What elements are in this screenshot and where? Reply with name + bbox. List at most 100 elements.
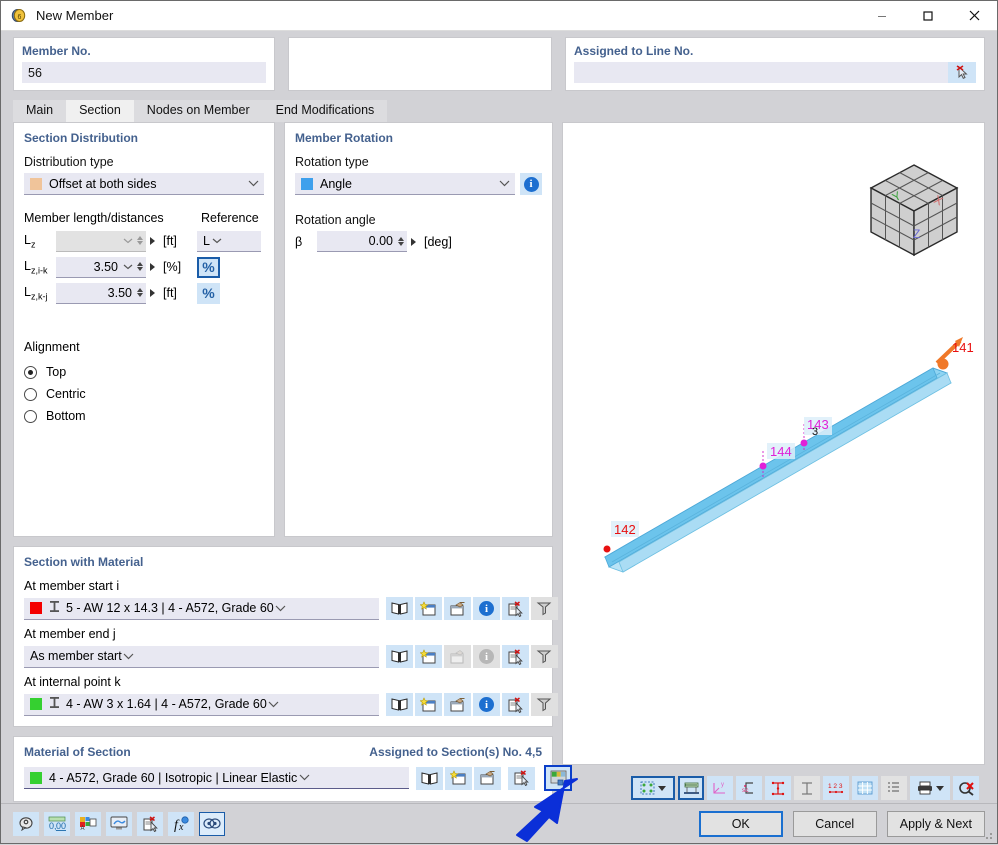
rotation-angle-stepper[interactable] — [398, 237, 404, 246]
comment-icon[interactable] — [13, 812, 39, 836]
numbering-icon[interactable]: 1 2 3 — [823, 776, 849, 800]
rotation-info-button[interactable]: i — [520, 173, 542, 195]
new-material-icon[interactable] — [445, 767, 472, 790]
tab-nodes-on-member[interactable]: Nodes on Member — [134, 100, 263, 122]
radio-bottom[interactable] — [24, 410, 37, 423]
lz-reference-combo[interactable]: L — [197, 231, 261, 252]
lz-ik-expand-icon[interactable] — [150, 263, 155, 271]
member-start-section-combo[interactable]: 5 - AW 12 x 14.3 | 4 - A572, Grade 60 — [24, 598, 379, 620]
alignment-option-top[interactable]: Top — [24, 361, 264, 383]
member-end-section-combo[interactable]: As member start — [24, 646, 379, 668]
pick-section-icon[interactable] — [502, 597, 529, 620]
library-icon[interactable] — [386, 693, 413, 716]
info-icon[interactable]: i — [473, 693, 500, 716]
rotation-angle-expand-icon[interactable] — [411, 238, 416, 246]
display-properties-icon[interactable] — [106, 812, 132, 836]
new-section-icon[interactable] — [415, 693, 442, 716]
clear-selection-icon[interactable] — [953, 776, 979, 800]
view-cube-icon[interactable]: Y X Z — [859, 155, 969, 265]
dimension-icon[interactable] — [678, 776, 704, 800]
internal-point-section-combo[interactable]: 4 - AW 3 x 1.64 | 4 - A572, Grade 60 — [24, 694, 379, 716]
edit-section-icon[interactable] — [444, 597, 471, 620]
pick-material-icon[interactable] — [508, 767, 535, 790]
resize-grip[interactable] — [982, 829, 994, 841]
upper-panels: Section Distribution Distribution type O… — [13, 122, 553, 537]
lz-ik-percent-button[interactable]: % — [197, 257, 220, 278]
minimize-button[interactable] — [859, 1, 905, 31]
close-button[interactable] — [951, 1, 997, 31]
lz-ik-stepper[interactable] — [137, 262, 143, 271]
distribution-type-combo[interactable]: Offset at both sides — [24, 173, 264, 195]
rotation-angle-input[interactable]: 0.00 — [317, 231, 407, 252]
pick-section-icon[interactable] — [502, 693, 529, 716]
cancel-button[interactable]: Cancel — [793, 811, 877, 837]
pick-line-icon[interactable] — [948, 62, 976, 83]
assigned-line-input[interactable] — [574, 62, 948, 83]
node-display-icon[interactable] — [631, 776, 675, 800]
pick-object-icon[interactable] — [137, 812, 163, 836]
ok-button[interactable]: OK — [699, 811, 783, 837]
axis-system-icon[interactable]: y — [707, 776, 733, 800]
maximize-button[interactable] — [905, 1, 951, 31]
chevron-down-icon[interactable] — [658, 786, 666, 791]
section-tool-icon[interactable] — [531, 597, 558, 620]
lz-ik-input[interactable]: 3.50 — [56, 257, 146, 278]
lz-kj-stepper[interactable] — [137, 288, 143, 297]
tab-main[interactable]: Main — [13, 100, 66, 122]
material-of-section-group: Material of Section Assigned to Section(… — [13, 736, 553, 802]
shear-center-icon[interactable]: sc — [736, 776, 762, 800]
internal-point-label: At internal point k — [24, 675, 542, 689]
lz-kj-label: Lz,k-j — [24, 285, 56, 302]
formula-icon[interactable]: fx — [168, 812, 194, 836]
edit-material-icon[interactable] — [474, 767, 501, 790]
member-icon: 6 — [10, 7, 28, 25]
internal-point-section-value: 4 - AW 3 x 1.64 | 4 - A572, Grade 60 — [66, 697, 267, 711]
window-title: New Member — [36, 8, 113, 23]
decimal-places-icon[interactable]: 0,00 — [44, 812, 70, 836]
section-outline-icon[interactable] — [794, 776, 820, 800]
tab-strip: Main Section Nodes on Member End Modific… — [13, 100, 997, 122]
lz-ik-unit: [%] — [163, 260, 197, 274]
section-dimensions-icon[interactable] — [765, 776, 791, 800]
alignment-option-centric[interactable]: Centric — [24, 383, 264, 405]
print-icon[interactable] — [910, 776, 950, 800]
lz-kj-row: Lz,k-j 3.50 [ft] % — [24, 282, 264, 304]
tab-end-modifications[interactable]: End Modifications — [263, 100, 388, 122]
library-icon[interactable] — [386, 645, 413, 668]
alignment-option-bottom[interactable]: Bottom — [24, 405, 264, 427]
color-legend-icon[interactable]: A — [75, 812, 101, 836]
material-combo[interactable]: 4 - A572, Grade 60 | Isotropic | Linear … — [24, 767, 409, 789]
new-section-icon[interactable] — [415, 645, 442, 668]
lz-stepper[interactable] — [137, 236, 143, 245]
grid-icon[interactable] — [852, 776, 878, 800]
lz-kj-expand-icon[interactable] — [150, 289, 155, 297]
member-no-input[interactable]: 56 — [22, 62, 266, 83]
info-icon[interactable]: i — [473, 597, 500, 620]
lz-input[interactable] — [56, 231, 146, 252]
alignment-bottom-label: Bottom — [46, 409, 86, 423]
radio-centric[interactable] — [24, 388, 37, 401]
lz-expand-icon[interactable] — [150, 237, 155, 245]
chevron-down-icon — [122, 653, 136, 660]
tab-section[interactable]: Section — [66, 100, 134, 122]
material-render-icon[interactable] — [544, 765, 572, 791]
edit-section-icon[interactable] — [444, 693, 471, 716]
library-icon[interactable] — [386, 597, 413, 620]
rotation-type-combo[interactable]: Angle — [295, 173, 515, 195]
lz-kj-input[interactable]: 3.50 — [56, 283, 146, 304]
alignment-centric-label: Centric — [46, 387, 86, 401]
info-icon: i — [473, 645, 500, 668]
new-section-icon[interactable] — [415, 597, 442, 620]
3d-viewport[interactable]: Y X Z — [562, 122, 985, 765]
list-icon[interactable] — [881, 776, 907, 800]
pick-section-icon[interactable] — [502, 645, 529, 668]
chevron-down-icon[interactable] — [936, 786, 944, 791]
left-column: Section Distribution Distribution type O… — [13, 122, 553, 803]
visibility-icon[interactable] — [199, 812, 225, 836]
radio-top[interactable] — [24, 366, 37, 379]
section-tool-icon[interactable] — [531, 693, 558, 716]
apply-next-button[interactable]: Apply & Next — [887, 811, 985, 837]
library-icon[interactable] — [416, 767, 443, 790]
lz-kj-percent-button[interactable]: % — [197, 283, 220, 304]
section-tool-icon[interactable] — [531, 645, 558, 668]
